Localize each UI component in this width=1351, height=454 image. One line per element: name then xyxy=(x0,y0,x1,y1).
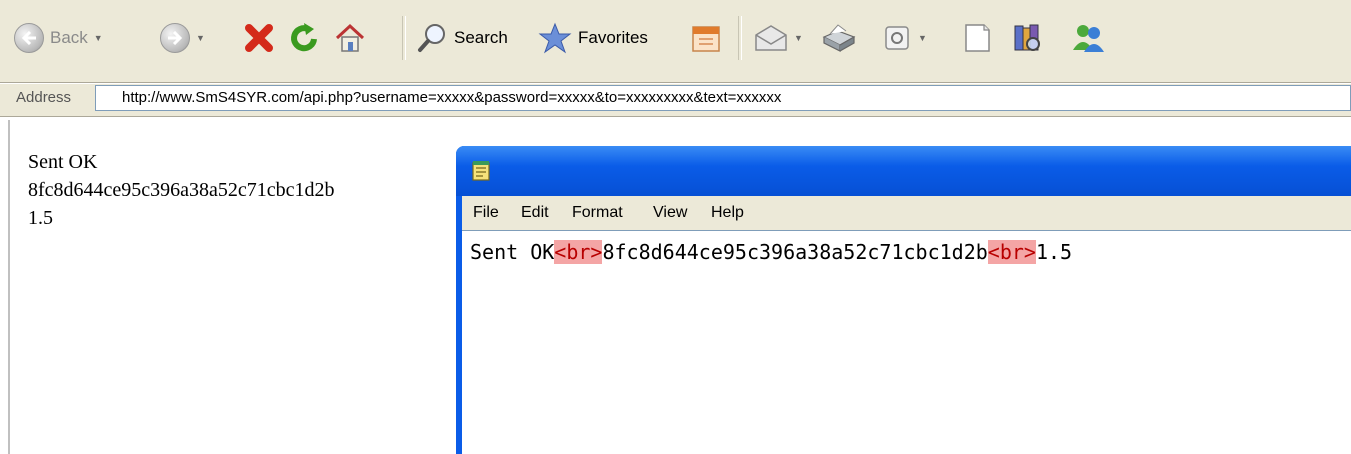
notepad-window: File Edit Format View Help Sent OK<br>8f… xyxy=(456,146,1351,454)
address-input[interactable]: http://www.SmS4SYR.com/api.php?username=… xyxy=(95,85,1351,111)
star-icon xyxy=(538,22,572,54)
mail-envelope-icon xyxy=(755,25,787,51)
source-message-id-text: 8fc8d644ce95c396a38a52c71cbc1d2b xyxy=(602,240,988,264)
notepad-source-text: Sent OK<br>8fc8d644ce95c396a38a52c71cbc1… xyxy=(470,239,1072,265)
history-button[interactable] xyxy=(690,22,722,54)
page-body: Sent OK 8fc8d644ce95c396a38a52c71cbc1d2b… xyxy=(28,148,335,232)
print-button[interactable] xyxy=(820,22,856,54)
source-cost-text: 1.5 xyxy=(1035,240,1073,264)
toolbar-separator xyxy=(738,16,742,60)
notepad-icon xyxy=(472,161,490,181)
research-button[interactable] xyxy=(1012,22,1044,54)
edit-button[interactable]: ▼ xyxy=(882,22,927,54)
notepad-text-area[interactable]: Sent OK<br>8fc8d644ce95c396a38a52c71cbc1… xyxy=(462,230,1351,454)
favorites-button[interactable]: Favorites xyxy=(538,22,648,54)
notepad-titlebar[interactable] xyxy=(456,146,1351,196)
discuss-button[interactable] xyxy=(962,22,992,54)
toolbar-separator xyxy=(402,16,406,60)
back-button[interactable]: Back ▼ xyxy=(14,22,103,54)
stop-button[interactable] xyxy=(244,22,274,54)
menu-edit[interactable]: Edit xyxy=(521,204,549,222)
standard-buttons-bar: Back ▼ ▼ Search Favorites ▼ ▼ xyxy=(0,8,1351,70)
messenger-button[interactable] xyxy=(1070,22,1106,54)
home-icon xyxy=(335,23,365,52)
address-bar: Address http://www.SmS4SYR.com/api.php?u… xyxy=(0,84,1351,117)
refresh-button[interactable] xyxy=(288,22,320,54)
back-dropdown-arrow-icon[interactable]: ▼ xyxy=(94,33,103,43)
menu-file[interactable]: File xyxy=(473,204,499,222)
forward-dropdown-arrow-icon[interactable]: ▼ xyxy=(196,33,205,43)
stop-x-icon xyxy=(245,24,273,52)
favorites-label: Favorites xyxy=(578,28,648,47)
back-label: Back xyxy=(50,28,88,47)
source-status-text: Sent OK xyxy=(470,240,555,264)
page-status-line: Sent OK xyxy=(28,151,98,173)
search-label: Search xyxy=(454,28,508,47)
notepad-menubar: File Edit Format View Help xyxy=(462,196,1351,230)
edit-dropdown-arrow-icon[interactable]: ▼ xyxy=(918,33,927,43)
menu-help[interactable]: Help xyxy=(711,204,744,222)
search-button[interactable]: Search xyxy=(416,22,508,54)
menu-view[interactable]: View xyxy=(653,204,687,222)
br-tag-highlight: <br> xyxy=(987,240,1036,264)
research-books-icon xyxy=(1014,24,1040,51)
blank-page-icon xyxy=(965,24,990,52)
home-button[interactable] xyxy=(334,22,366,54)
history-calendar-icon xyxy=(692,26,720,52)
mail-button[interactable]: ▼ xyxy=(754,22,803,54)
browser-toolbar: Back ▼ ▼ Search Favorites ▼ ▼ xyxy=(0,0,1351,83)
search-icon xyxy=(418,24,445,52)
forward-button[interactable]: ▼ xyxy=(160,22,205,54)
page-cost-line: 1.5 xyxy=(28,207,53,229)
br-tag-highlight: <br> xyxy=(554,240,603,264)
messenger-people-icon xyxy=(1073,25,1104,52)
printer-icon xyxy=(822,24,856,52)
address-label: Address xyxy=(16,89,72,106)
content-left-border xyxy=(8,120,10,454)
refresh-icon xyxy=(291,23,317,52)
edit-page-icon xyxy=(885,26,909,50)
back-arrow-icon xyxy=(14,23,44,53)
forward-arrow-icon xyxy=(160,23,190,53)
page-message-id-line: 8fc8d644ce95c396a38a52c71cbc1d2b xyxy=(28,179,335,201)
mail-dropdown-arrow-icon[interactable]: ▼ xyxy=(794,33,803,43)
menu-format[interactable]: Format xyxy=(572,204,623,222)
